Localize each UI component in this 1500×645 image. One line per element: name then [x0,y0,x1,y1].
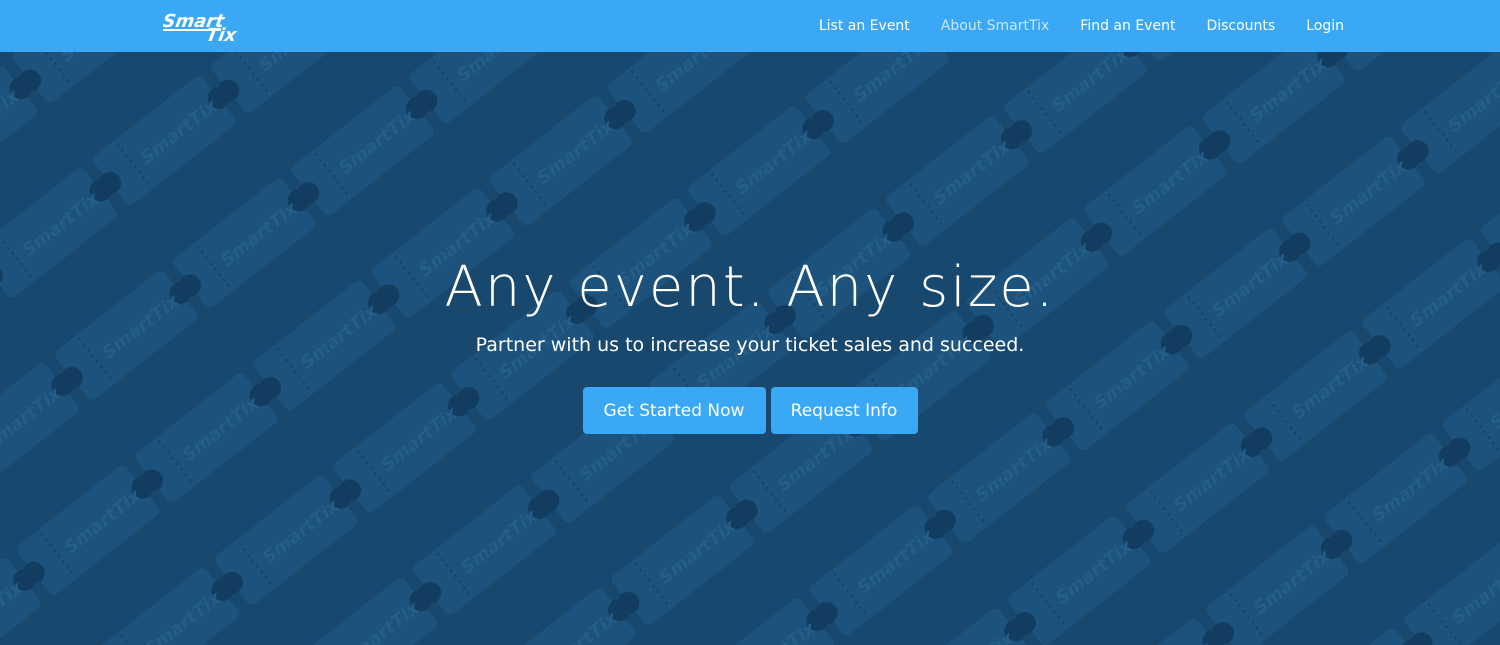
nav-find-an-event[interactable]: Find an Event [1080,18,1175,34]
hero-cta-row: Get Started Now Request Info [0,387,1500,434]
nav-list-an-event[interactable]: List an Event [819,18,910,34]
main-nav: List an Event About SmartTix Find an Eve… [788,0,1344,52]
hero-headline: Any event. Any size. [444,255,1056,320]
top-navigation-bar: Smart Tix List an Event About SmartTix F… [0,0,1500,52]
hero-section: SmartTix Any event. Any size. Partner wi… [0,52,1500,645]
get-started-button[interactable]: Get Started Now [582,387,766,434]
nav-about-smarttix[interactable]: About SmartTix [941,18,1050,34]
hero-subheadline: Partner with us to increase your ticket … [475,334,1025,356]
nav-login[interactable]: Login [1306,18,1344,34]
svg-text:Tix: Tix [204,25,239,44]
hero-content: Any event. Any size. Partner with us to … [0,248,1500,434]
nav-discounts[interactable]: Discounts [1206,18,1275,34]
smarttix-logo[interactable]: Smart Tix [163,8,245,44]
request-info-button[interactable]: Request Info [770,387,918,434]
